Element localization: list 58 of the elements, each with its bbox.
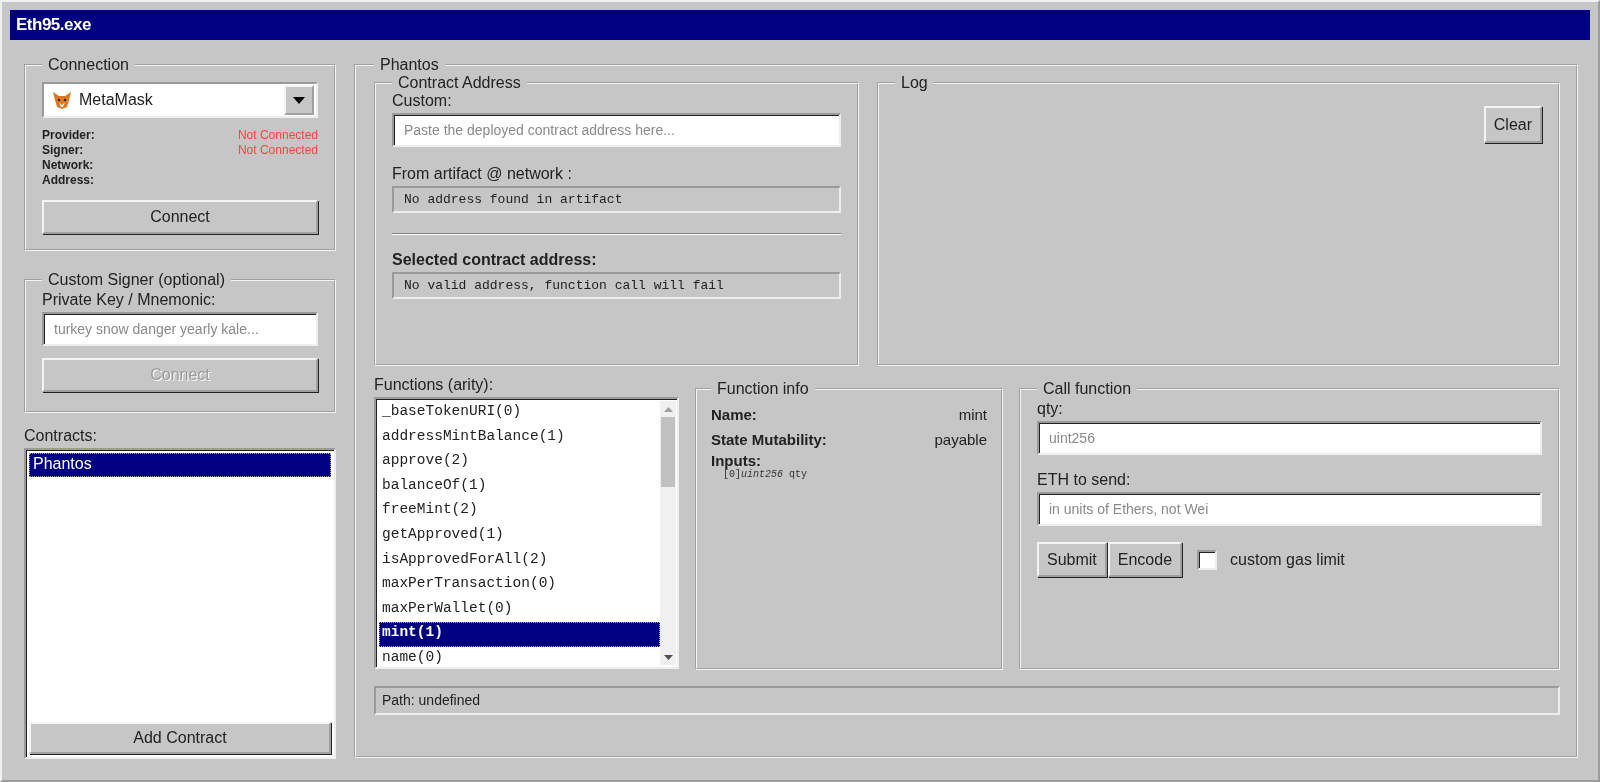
field-label: qty: <box>1037 400 1064 418</box>
info-label: State Mutability: <box>711 431 827 448</box>
status-value: Not Connected <box>237 128 318 143</box>
list-label: Contracts: <box>24 427 98 445</box>
button[interactable]: Connect <box>42 200 318 234</box>
list-item[interactable]: mint(1) <box>379 622 660 647</box>
readonly-field: No address found in artifact <box>392 186 841 213</box>
list-item[interactable]: isApprovedForAll(2) <box>379 548 660 574</box>
list-item[interactable]: name(0) <box>379 646 660 672</box>
button[interactable]: Encode <box>1107 542 1183 577</box>
status-label: Address: <box>42 173 94 188</box>
field-label: Selected contract address: <box>392 251 598 269</box>
input-field[interactable]: turkey snow danger yearly kale... <box>42 312 318 346</box>
checkbox-label: custom gas limit <box>1230 550 1345 569</box>
provider-dropdown[interactable]: MetaMask <box>42 82 318 118</box>
info-value: mint <box>958 406 987 423</box>
field-label: From artifact @ network : <box>392 165 573 183</box>
status-label: Signer: <box>42 143 84 158</box>
field-label: Custom: <box>392 92 453 110</box>
status-label: Network: <box>42 158 94 173</box>
scrollbar[interactable] <box>660 401 676 665</box>
info-label: Inputs: <box>711 452 762 469</box>
info-label: Name: <box>711 406 757 423</box>
input-field[interactable]: Paste the deployed contract address here... <box>392 113 841 147</box>
list-item[interactable]: balanceOf(1) <box>379 474 660 500</box>
field-label: ETH to send: <box>1037 471 1132 489</box>
group-title: Function info <box>716 380 810 398</box>
list-item[interactable]: freeMint(2) <box>379 499 660 524</box>
button[interactable]: Clear <box>1483 106 1542 143</box>
button[interactable]: Submit <box>1037 542 1107 577</box>
list-item[interactable]: approve(2) <box>379 450 660 475</box>
list-item[interactable]: _baseTokenURI(0) <box>379 401 660 426</box>
path-bar: Path: undefined <box>374 686 1560 715</box>
checkbox[interactable] <box>1197 549 1218 570</box>
group-title: Log <box>900 74 929 92</box>
input-field[interactable]: in units of Ethers, not Wei <box>1037 492 1542 526</box>
status-label: Provider: <box>42 128 95 143</box>
group-title: Contract Address <box>397 74 522 92</box>
input-field[interactable]: uint256 <box>1037 421 1542 455</box>
list-item[interactable]: getApproved(1) <box>379 523 660 549</box>
group-title: Connection <box>47 56 130 74</box>
fox-icon <box>52 90 72 110</box>
window-title: Eth95.exe <box>10 10 1590 40</box>
group-title: Phantos <box>379 56 440 74</box>
button[interactable]: Add Contract <box>29 722 331 754</box>
input-signature: [0]uint256 qty <box>723 469 809 480</box>
status-value: Not Connected <box>237 143 318 158</box>
readonly-field: No valid address, function call will fail <box>392 272 841 299</box>
group-title: Custom Signer (optional) <box>47 271 226 289</box>
info-value: payable <box>934 431 987 448</box>
field-label: Private Key / Mnemonic: <box>42 291 217 309</box>
group-title: Call function <box>1042 380 1133 398</box>
list-label: Functions (arity): <box>374 376 495 394</box>
list-item[interactable]: Phantos <box>29 453 331 477</box>
scroll-thumb[interactable] <box>661 417 675 487</box>
list-item[interactable]: addressMintBalance(1) <box>379 425 660 451</box>
list-item[interactable]: maxPerTransaction(0) <box>379 573 660 598</box>
list-item[interactable]: maxPerWallet(0) <box>379 597 660 623</box>
